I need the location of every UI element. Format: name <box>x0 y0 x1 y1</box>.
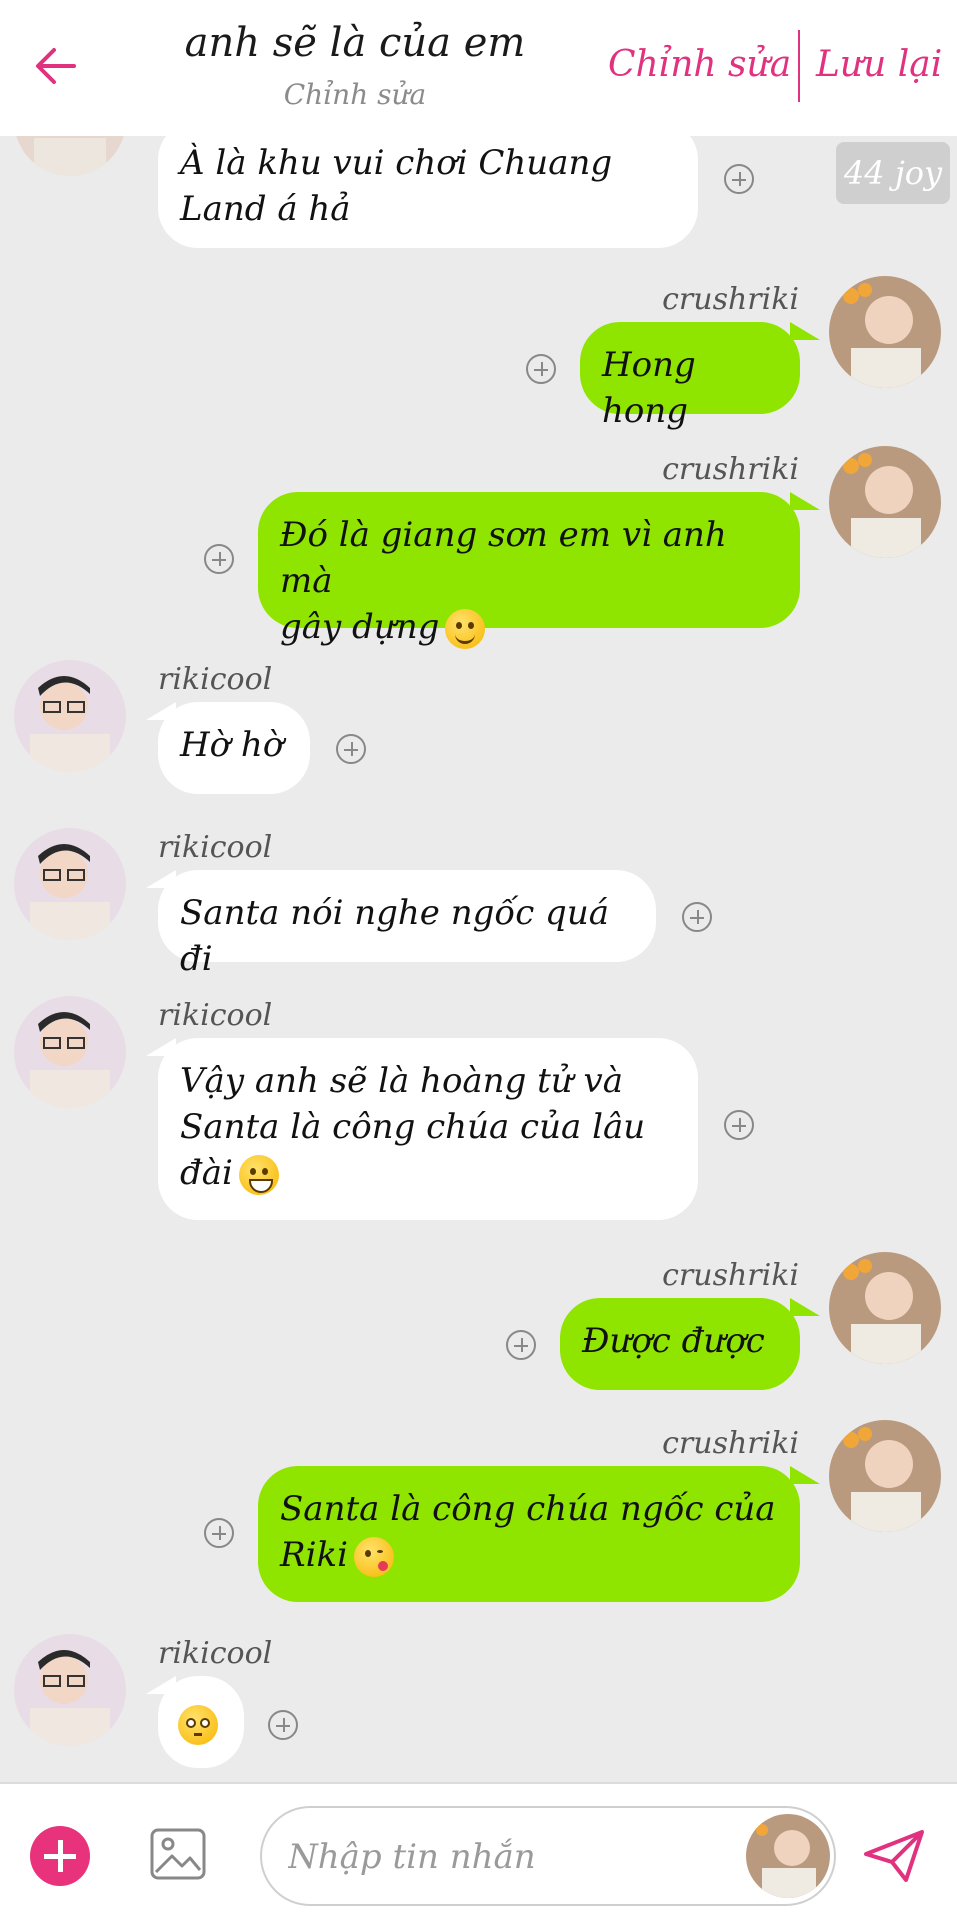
message-bubble[interactable]: Hong hong <box>580 322 800 431</box>
message-bubble[interactable]: Được được <box>560 1298 800 1390</box>
paper-plane-icon <box>864 1830 924 1882</box>
add-reaction-icon[interactable] <box>506 1330 536 1360</box>
chat-area: 44 joy À là khu vui chơi Chuang Land á h… <box>0 0 957 1782</box>
message-input[interactable] <box>286 1830 730 1884</box>
message-row: crushriki Santa là công chúa ngốc của Ri… <box>0 1416 957 1616</box>
bubble-tail <box>790 1466 820 1484</box>
bubble-tail <box>146 1676 176 1694</box>
message-row: crushriki Đó là giang sơn em vì anh mà g… <box>0 440 957 649</box>
save-button[interactable]: Lưu lại <box>816 44 942 85</box>
message-line: Land á hả <box>180 189 351 229</box>
sender-name: crushriki <box>662 1258 799 1293</box>
bubble-tail <box>790 322 820 340</box>
message-line: Hờ hờ <box>180 725 284 765</box>
message-line: gây dựng <box>280 607 440 647</box>
arrow-left-icon <box>36 48 76 84</box>
smiling-face-icon <box>445 609 486 649</box>
message-row: rikicool Santa nói nghe ngốc quá đi <box>0 828 957 979</box>
bubble-tail <box>790 492 820 510</box>
image-icon <box>150 1828 206 1880</box>
add-reaction-icon[interactable] <box>682 902 712 932</box>
sender-name: crushriki <box>662 282 799 317</box>
avatar[interactable] <box>829 446 941 558</box>
top-bar: anh sẽ là của em Chỉnh sửa Chỉnh sửa Lưu… <box>0 0 957 136</box>
message-row: crushriki Được được <box>0 1248 957 1398</box>
add-reaction-icon[interactable] <box>724 1110 754 1140</box>
message-input-wrapper <box>260 1806 836 1906</box>
message-row: rikicool Vậy anh sẽ là hoàng tử và Santa… <box>0 996 957 1236</box>
message-row: rikicool Hờ hờ <box>0 660 957 810</box>
avatar[interactable] <box>14 1634 126 1746</box>
bubble-tail <box>146 702 176 720</box>
message-bubble[interactable]: Santa là công chúa ngốc của Riki <box>258 1466 800 1602</box>
message-line: Riki <box>280 1535 348 1575</box>
sender-name: rikicool <box>158 998 273 1033</box>
sender-name: crushriki <box>662 452 799 487</box>
message-bubble[interactable]: Vậy anh sẽ là hoàng tử và Santa là công … <box>158 1038 698 1220</box>
add-reaction-icon[interactable] <box>268 1710 298 1740</box>
image-button[interactable] <box>148 1824 208 1884</box>
sender-name: rikicool <box>158 830 273 865</box>
bubble-tail <box>790 1298 820 1316</box>
message-row: rikicool <box>0 1634 957 1782</box>
add-reaction-icon[interactable] <box>724 164 754 194</box>
send-button[interactable] <box>862 1828 926 1884</box>
message-line: Santa nói nghe ngốc quá đi <box>180 893 609 979</box>
bubble-tail <box>146 1038 176 1056</box>
message-bubble[interactable]: À là khu vui chơi Chuang Land á hả <box>158 120 698 248</box>
add-reaction-icon[interactable] <box>336 734 366 764</box>
avatar[interactable] <box>746 1814 830 1898</box>
message-line: À là khu vui chơi Chuang <box>180 143 613 183</box>
chat-title: anh sẽ là của em <box>184 20 526 66</box>
back-button[interactable] <box>30 40 82 92</box>
message-row: crushriki Hong hong <box>0 270 957 431</box>
add-reaction-icon[interactable] <box>526 354 556 384</box>
avatar[interactable] <box>14 660 126 772</box>
chat-subtitle: Chỉnh sửa <box>283 78 427 111</box>
message-line: đài <box>180 1153 233 1193</box>
edit-button[interactable]: Chỉnh sửa <box>608 44 791 85</box>
flushed-face-icon <box>178 1705 218 1745</box>
composer-bar <box>0 1782 957 1920</box>
message-line: Vậy anh sẽ là hoàng tử và <box>180 1061 623 1101</box>
avatar[interactable] <box>14 996 126 1108</box>
add-reaction-icon[interactable] <box>204 544 234 574</box>
divider <box>798 30 800 102</box>
add-button[interactable] <box>30 1826 90 1886</box>
avatar[interactable] <box>14 828 126 940</box>
message-line: Được được <box>582 1321 765 1361</box>
avatar[interactable] <box>829 1420 941 1532</box>
message-bubble[interactable]: Santa nói nghe ngốc quá đi <box>158 870 656 979</box>
message-bubble[interactable]: Đó là giang sơn em vì anh mà gây dựng <box>258 492 800 649</box>
message-line: Santa là công chúa ngốc của <box>280 1489 776 1529</box>
bubble-tail <box>146 870 176 888</box>
message-line: Đó là giang sơn em vì anh mà <box>280 515 727 601</box>
sender-name: rikicool <box>158 662 273 697</box>
message-line: Santa là công chúa của lâu <box>180 1107 646 1147</box>
message-bubble[interactable]: Hờ hờ <box>158 702 310 794</box>
kissing-face-icon <box>353 1537 394 1577</box>
add-reaction-icon[interactable] <box>204 1518 234 1548</box>
message-line: Hong hong <box>602 345 696 431</box>
sender-name: crushriki <box>662 1426 799 1461</box>
grinning-face-icon <box>238 1155 279 1195</box>
avatar[interactable] <box>829 1252 941 1364</box>
sender-name: rikicool <box>158 1636 273 1671</box>
avatar[interactable] <box>829 276 941 388</box>
